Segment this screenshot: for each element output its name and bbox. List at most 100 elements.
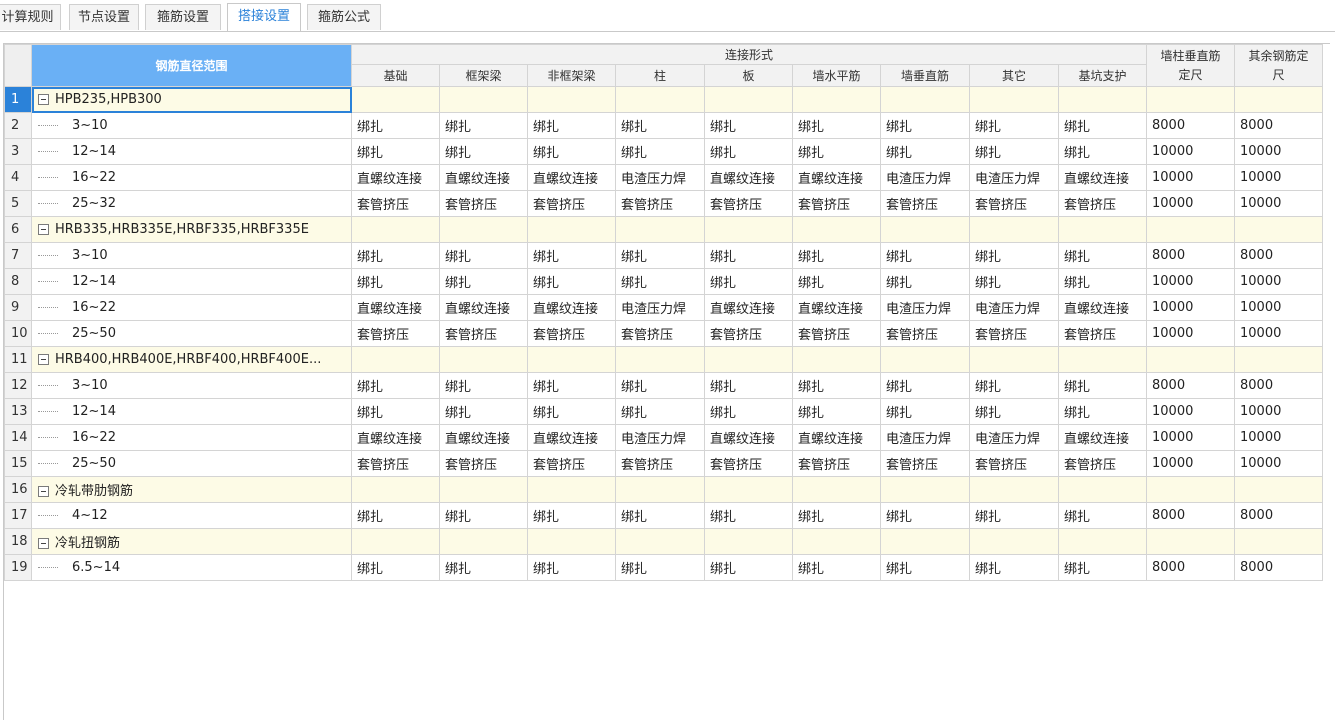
connection-type-cell[interactable]: 绑扎 <box>527 398 616 425</box>
connection-type-cell[interactable]: 绑扎 <box>351 268 440 295</box>
table-group-row[interactable]: 18 冷轧扭钢筋 <box>4 528 1323 555</box>
connection-type-cell[interactable]: 绑扎 <box>704 268 793 295</box>
connection-type-cell[interactable]: 套管挤压 <box>439 450 528 477</box>
fixed-length-cell[interactable]: 10000 <box>1234 398 1323 425</box>
table-row[interactable]: 12 3~10 绑扎 绑扎 绑扎 绑扎 绑扎 绑扎 绑扎 绑扎 绑扎 8000 8000 <box>4 372 1323 399</box>
diameter-range-cell[interactable]: 16~22 <box>31 294 352 321</box>
table-row[interactable]: 2 3~10 绑扎 绑扎 绑扎 绑扎 绑扎 绑扎 绑扎 绑扎 绑扎 8000 8000 <box>4 112 1323 139</box>
collapse-icon[interactable] <box>38 538 49 549</box>
connection-type-cell[interactable] <box>969 216 1059 243</box>
connection-type-cell[interactable]: 电渣压力焊 <box>615 294 705 321</box>
connection-type-cell[interactable]: 绑扎 <box>439 268 528 295</box>
table-row[interactable]: 19 6.5~14 绑扎 绑扎 绑扎 绑扎 绑扎 绑扎 绑扎 绑扎 绑扎 8000 8000 <box>4 554 1323 581</box>
fixed-length-cell[interactable]: 10000 <box>1146 450 1235 477</box>
connection-type-cell[interactable]: 绑扎 <box>969 502 1059 529</box>
connection-type-cell[interactable] <box>704 216 793 243</box>
connection-type-cell[interactable]: 套管挤压 <box>969 190 1059 217</box>
connection-type-cell[interactable]: 绑扎 <box>704 112 793 139</box>
connection-type-cell[interactable]: 套管挤压 <box>351 320 440 347</box>
connection-type-cell[interactable]: 绑扎 <box>527 112 616 139</box>
connection-type-cell[interactable]: 绑扎 <box>880 554 970 581</box>
connection-type-cell[interactable]: 套管挤压 <box>969 320 1059 347</box>
collapse-icon[interactable] <box>38 224 49 235</box>
connection-type-cell[interactable]: 套管挤压 <box>704 190 793 217</box>
connection-type-cell[interactable] <box>969 86 1059 113</box>
connection-type-cell[interactable] <box>439 216 528 243</box>
connection-type-cell[interactable]: 绑扎 <box>969 398 1059 425</box>
connection-type-cell[interactable]: 绑扎 <box>969 554 1059 581</box>
fixed-length-cell[interactable]: 8000 <box>1234 242 1323 269</box>
connection-type-cell[interactable]: 绑扎 <box>439 554 528 581</box>
diameter-range-cell[interactable]: 16~22 <box>31 424 352 451</box>
connection-type-cell[interactable] <box>439 528 528 555</box>
fixed-length-cell[interactable] <box>1234 476 1323 503</box>
connection-type-cell[interactable]: 绑扎 <box>704 554 793 581</box>
fixed-length-cell[interactable]: 10000 <box>1234 294 1323 321</box>
connection-type-cell[interactable]: 绑扎 <box>880 112 970 139</box>
connection-type-cell[interactable]: 直螺纹连接 <box>792 294 881 321</box>
connection-type-cell[interactable] <box>527 216 616 243</box>
fixed-length-cell[interactable]: 8000 <box>1146 502 1235 529</box>
connection-type-cell[interactable]: 绑扎 <box>704 398 793 425</box>
connection-type-cell[interactable] <box>1058 216 1147 243</box>
fixed-length-cell[interactable]: 8000 <box>1234 372 1323 399</box>
connection-type-cell[interactable]: 套管挤压 <box>704 450 793 477</box>
fixed-length-cell[interactable] <box>1234 528 1323 555</box>
connection-type-cell[interactable]: 直螺纹连接 <box>1058 164 1147 191</box>
fixed-length-cell[interactable]: 8000 <box>1234 554 1323 581</box>
connection-type-cell[interactable]: 绑扎 <box>527 554 616 581</box>
diameter-range-cell[interactable]: 3~10 <box>31 242 352 269</box>
connection-type-cell[interactable]: 绑扎 <box>1058 138 1147 165</box>
table-row[interactable]: 15 25~50 套管挤压 套管挤压 套管挤压 套管挤压 套管挤压 套管挤压 套管挤压 套管挤压套… <box>4 450 1323 477</box>
connection-type-cell[interactable] <box>439 86 528 113</box>
connection-type-cell[interactable]: 套管挤压 <box>351 190 440 217</box>
connection-type-cell[interactable]: 套管挤压 <box>615 320 705 347</box>
connection-type-cell[interactable]: 绑扎 <box>1058 398 1147 425</box>
connection-type-cell[interactable]: 直螺纹连接 <box>704 294 793 321</box>
connection-type-cell[interactable]: 绑扎 <box>439 398 528 425</box>
table-group-row[interactable]: 16 冷轧带肋钢筋 <box>4 476 1323 503</box>
connection-type-cell[interactable]: 绑扎 <box>615 268 705 295</box>
connection-type-cell[interactable] <box>704 86 793 113</box>
connection-type-cell[interactable]: 绑扎 <box>615 554 705 581</box>
tab-lap-settings[interactable]: 搭接设置 <box>227 3 301 31</box>
connection-type-cell[interactable]: 绑扎 <box>969 138 1059 165</box>
connection-type-cell[interactable]: 绑扎 <box>969 112 1059 139</box>
connection-type-cell[interactable] <box>1058 86 1147 113</box>
connection-type-cell[interactable]: 绑扎 <box>792 242 881 269</box>
connection-type-cell[interactable] <box>615 86 705 113</box>
table-row[interactable]: 13 12~14 绑扎 绑扎 绑扎 绑扎 绑扎 绑扎 绑扎 绑扎 绑扎 10000 10000 <box>4 398 1323 425</box>
table-group-row[interactable]: 6 HRB335,HRB335E,HRBF335,HRBF335E <box>4 216 1323 243</box>
connection-type-cell[interactable]: 绑扎 <box>527 372 616 399</box>
group-name-cell[interactable]: HPB235,HPB300 <box>31 86 352 113</box>
connection-type-cell[interactable]: 绑扎 <box>351 554 440 581</box>
connection-type-cell[interactable] <box>615 476 705 503</box>
diameter-range-cell[interactable]: 25~50 <box>31 320 352 347</box>
connection-type-cell[interactable]: 绑扎 <box>969 268 1059 295</box>
connection-type-cell[interactable]: 直螺纹连接 <box>527 424 616 451</box>
connection-type-cell[interactable]: 绑扎 <box>351 502 440 529</box>
connection-type-cell[interactable]: 绑扎 <box>1058 372 1147 399</box>
fixed-length-cell[interactable] <box>1146 216 1235 243</box>
connection-type-cell[interactable] <box>792 86 881 113</box>
fixed-length-cell[interactable] <box>1234 346 1323 373</box>
diameter-range-header[interactable]: 钢筋直径范围 <box>31 44 352 87</box>
connection-type-cell[interactable]: 绑扎 <box>439 372 528 399</box>
connection-type-cell[interactable]: 套管挤压 <box>351 450 440 477</box>
connection-type-cell[interactable] <box>527 86 616 113</box>
connection-type-cell[interactable] <box>439 476 528 503</box>
fixed-length-cell[interactable] <box>1146 86 1235 113</box>
connection-type-cell[interactable]: 绑扎 <box>792 398 881 425</box>
connection-type-cell[interactable]: 绑扎 <box>351 242 440 269</box>
connection-type-cell[interactable]: 套管挤压 <box>704 320 793 347</box>
connection-type-cell[interactable]: 绑扎 <box>880 502 970 529</box>
connection-type-cell[interactable]: 绑扎 <box>880 398 970 425</box>
diameter-range-cell[interactable]: 3~10 <box>31 372 352 399</box>
connection-type-cell[interactable]: 绑扎 <box>969 372 1059 399</box>
connection-type-cell[interactable]: 绑扎 <box>792 502 881 529</box>
connection-type-cell[interactable]: 绑扎 <box>792 554 881 581</box>
connection-type-cell[interactable] <box>351 216 440 243</box>
connection-type-cell[interactable]: 套管挤压 <box>1058 450 1147 477</box>
connection-type-cell[interactable] <box>1058 528 1147 555</box>
connection-type-cell[interactable] <box>969 346 1059 373</box>
